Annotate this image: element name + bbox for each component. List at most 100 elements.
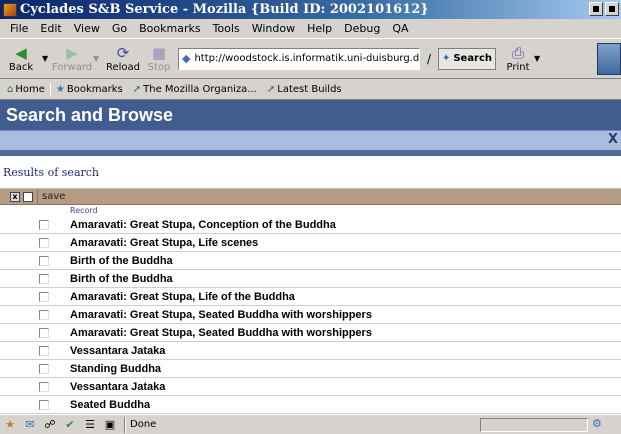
print-button[interactable]: ⎙ Print xyxy=(502,40,534,78)
forward-label: Forward xyxy=(51,62,93,73)
go-slash-icon[interactable]: / xyxy=(424,52,434,66)
bookmark-page-icon: ➚ xyxy=(132,84,142,95)
record-title[interactable]: Vessantara Jataka xyxy=(70,345,165,357)
row-checkbox[interactable] xyxy=(39,327,49,338)
row-checkbox[interactable] xyxy=(39,363,49,374)
clear-selection-button[interactable]: x xyxy=(10,191,20,202)
table-row: Standing Buddha xyxy=(0,360,621,378)
record-title[interactable]: Amaravati: Great Stupa, Seated Buddha wi… xyxy=(70,309,372,321)
forward-dropdown-icon[interactable]: ▼ xyxy=(93,54,102,63)
composer-icon[interactable]: ✔ xyxy=(60,418,80,431)
row-checkbox[interactable] xyxy=(39,255,49,266)
row-checkbox[interactable] xyxy=(39,291,49,302)
stop-icon: ■ xyxy=(151,44,167,62)
page-proxy-icon: ◆ xyxy=(182,52,191,65)
page-header: Search and Browse xyxy=(0,100,621,130)
print-dropdown-icon[interactable]: ▼ xyxy=(534,54,543,63)
home-link[interactable]: ⌂ Home xyxy=(2,84,50,95)
row-checkbox[interactable] xyxy=(39,399,49,410)
save-button[interactable]: save xyxy=(42,191,65,202)
menu-go[interactable]: Go xyxy=(106,22,133,35)
maximize-button[interactable] xyxy=(605,2,619,16)
search-button[interactable]: ✦ Search xyxy=(438,47,496,70)
back-label: Back xyxy=(8,62,34,73)
page-title: Search and Browse xyxy=(6,104,174,125)
bookmarks-link[interactable]: ★ Bookmarks xyxy=(51,84,128,95)
toolbar-separator xyxy=(37,189,38,204)
menu-tools[interactable]: Tools xyxy=(207,22,246,35)
record-title[interactable]: Birth of the Buddha xyxy=(70,273,173,285)
forward-arrow-icon: ▶ xyxy=(66,44,78,62)
bookmarks-label: Bookmarks xyxy=(66,84,123,95)
record-title[interactable]: Amaravati: Great Stupa, Life scenes xyxy=(70,237,258,249)
menu-bookmarks[interactable]: Bookmarks xyxy=(133,22,206,35)
menu-qa[interactable]: QA xyxy=(386,22,414,35)
menu-window[interactable]: Window xyxy=(246,22,301,35)
print-label: Print xyxy=(506,62,530,73)
close-panel-button[interactable]: X xyxy=(608,132,618,147)
table-row: Vessantara Jataka xyxy=(0,378,621,396)
row-checkbox[interactable] xyxy=(39,345,49,356)
progress-meter xyxy=(480,418,588,432)
reload-icon: ⟳ xyxy=(116,44,130,62)
menu-edit[interactable]: Edit xyxy=(34,22,67,35)
record-title[interactable]: Birth of the Buddha xyxy=(70,255,173,267)
stop-label: Stop xyxy=(147,62,171,73)
chat-icon[interactable]: ☍ xyxy=(40,418,60,431)
bookmark-page-icon: ➚ xyxy=(266,84,276,95)
latest-builds-link[interactable]: ➚ Latest Builds xyxy=(262,84,347,95)
table-row: Birth of the Buddha xyxy=(0,270,621,288)
select-all-checkbox[interactable] xyxy=(23,191,33,202)
navigation-toolbar: ◀ Back ▼ ▶ Forward ▼ ⟳ Reload ■ Stop ◆ h… xyxy=(0,38,621,79)
results-toolbar: x save xyxy=(0,189,621,205)
table-row: Amaravati: Great Stupa, Life scenes xyxy=(0,234,621,252)
row-checkbox[interactable] xyxy=(39,273,49,284)
back-button[interactable]: ◀ Back xyxy=(0,40,42,78)
table-row: Amaravati: Great Stupa, Seated Buddha wi… xyxy=(0,324,621,342)
window-title: Cyclades S&B Service - Mozilla {Build ID… xyxy=(20,2,429,17)
mail-icon[interactable]: ✉ xyxy=(20,418,40,431)
menu-file[interactable]: File xyxy=(4,22,34,35)
table-row: Amaravati: Great Stupa, Conception of th… xyxy=(0,216,621,234)
minimize-button[interactable] xyxy=(589,2,603,16)
forward-button[interactable]: ▶ Forward xyxy=(51,40,93,78)
row-checkbox[interactable] xyxy=(39,237,49,248)
mozilla-org-label: The Mozilla Organiza... xyxy=(143,84,257,95)
record-title[interactable]: Amaravati: Great Stupa, Conception of th… xyxy=(70,219,336,231)
results-heading: Results of search xyxy=(0,156,621,189)
reload-button[interactable]: ⟳ Reload xyxy=(102,40,144,78)
row-checkbox[interactable] xyxy=(39,381,49,392)
navigator-icon[interactable]: ★ xyxy=(0,418,20,431)
record-title[interactable]: Seated Buddha xyxy=(70,399,150,411)
online-status-icon[interactable]: ▣ xyxy=(100,418,120,431)
record-title[interactable]: Amaravati: Great Stupa, Life of the Budd… xyxy=(70,291,295,303)
record-column-header: Record xyxy=(70,206,98,215)
mozilla-throbber[interactable] xyxy=(597,43,621,75)
mozilla-org-link[interactable]: ➚ The Mozilla Organiza... xyxy=(128,84,262,95)
stop-button[interactable]: ■ Stop xyxy=(144,40,174,78)
reload-label: Reload xyxy=(105,62,141,73)
row-checkbox[interactable] xyxy=(39,219,49,230)
addressbook-icon[interactable]: ☰ xyxy=(80,418,100,431)
mozilla-app-icon xyxy=(3,2,17,17)
status-bar: ★ ✉ ☍ ✔ ☰ ▣ Done ⚙ xyxy=(0,414,621,434)
window-controls xyxy=(589,2,619,16)
menu-help[interactable]: Help xyxy=(301,22,338,35)
home-icon: ⌂ xyxy=(7,84,14,95)
back-arrow-icon: ◀ xyxy=(15,44,27,62)
table-row: Amaravati: Great Stupa, Seated Buddha wi… xyxy=(0,306,621,324)
back-dropdown-icon[interactable]: ▼ xyxy=(42,54,51,63)
url-text: http://woodstock.is.informatik.uni-duisb… xyxy=(194,53,420,64)
record-title[interactable]: Amaravati: Great Stupa, Seated Buddha wi… xyxy=(70,327,372,339)
menu-debug[interactable]: Debug xyxy=(338,22,386,35)
row-checkbox[interactable] xyxy=(39,309,49,320)
record-title[interactable]: Vessantara Jataka xyxy=(70,381,165,393)
security-lock-icon[interactable]: ⚙ xyxy=(592,417,602,430)
record-title[interactable]: Standing Buddha xyxy=(70,363,161,375)
url-input[interactable]: ◆ http://woodstock.is.informatik.uni-dui… xyxy=(178,47,420,70)
menu-view[interactable]: View xyxy=(68,22,106,35)
personal-toolbar: ⌂ Home ★ Bookmarks ➚ The Mozilla Organiz… xyxy=(0,80,621,100)
table-row: Amaravati: Great Stupa, Life of the Budd… xyxy=(0,288,621,306)
menubar: File Edit View Go Bookmarks Tools Window… xyxy=(0,19,621,38)
search-label: Search xyxy=(453,53,493,64)
